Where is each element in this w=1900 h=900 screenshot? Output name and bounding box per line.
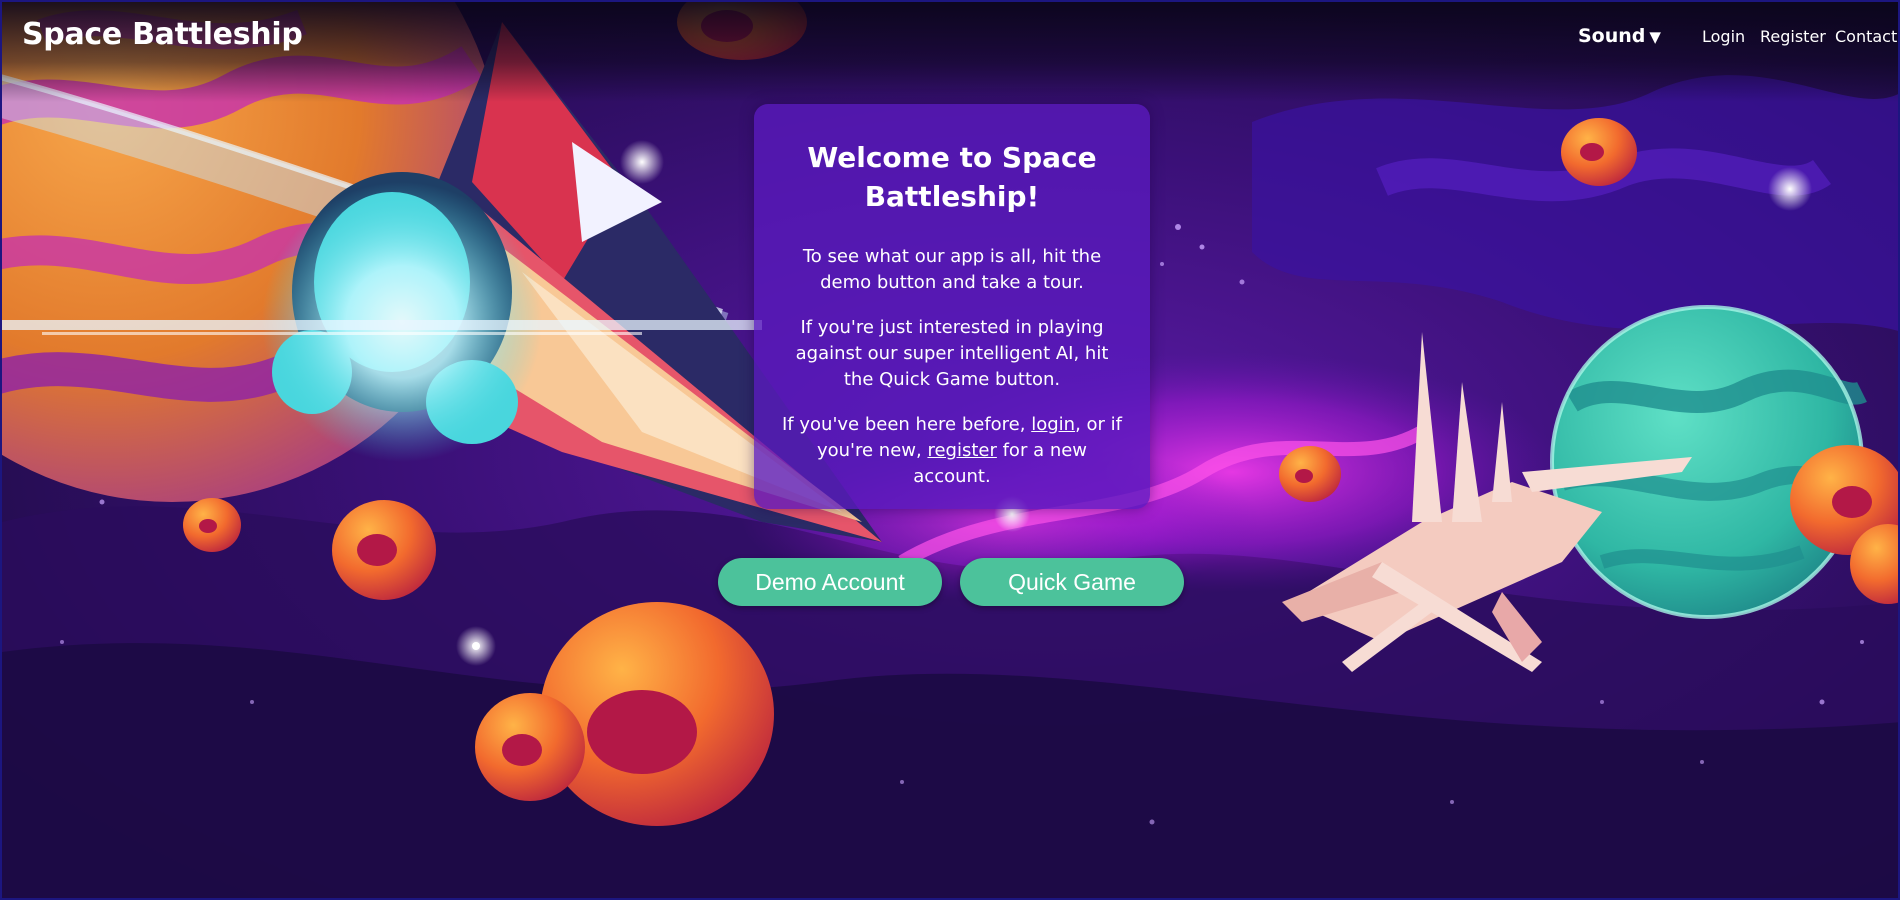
nav-contact-link[interactable]: Contact — [1835, 27, 1897, 46]
chevron-down-icon: ▼ — [1649, 28, 1661, 46]
quick-game-button[interactable]: Quick Game — [960, 558, 1184, 606]
welcome-account-text: If you've been here before, login, or if… — [778, 412, 1126, 490]
register-inline-link[interactable]: register — [927, 440, 996, 461]
sound-dropdown[interactable]: Sound ▼ — [1578, 25, 1661, 47]
welcome-quickgame-text: If you're just interested in playing aga… — [795, 317, 1109, 390]
account-text-prefix: If you've been here before, — [782, 414, 1032, 435]
welcome-card: Welcome to Space Battleship! To see what… — [754, 104, 1150, 509]
login-inline-link[interactable]: login — [1031, 414, 1075, 435]
sound-label: Sound — [1578, 25, 1646, 47]
nav-login-link[interactable]: Login — [1702, 27, 1745, 46]
nav-register-link[interactable]: Register — [1760, 27, 1826, 46]
welcome-title: Welcome to Space Battleship! — [807, 141, 1097, 213]
demo-account-button[interactable]: Demo Account — [718, 558, 942, 606]
welcome-demo-text: To see what our app is all, hit the demo… — [802, 246, 1102, 293]
brand-title[interactable]: Space Battleship — [22, 17, 303, 52]
app-frame: Space Battleship Sound ▼ Login Register C… — [0, 0, 1900, 900]
